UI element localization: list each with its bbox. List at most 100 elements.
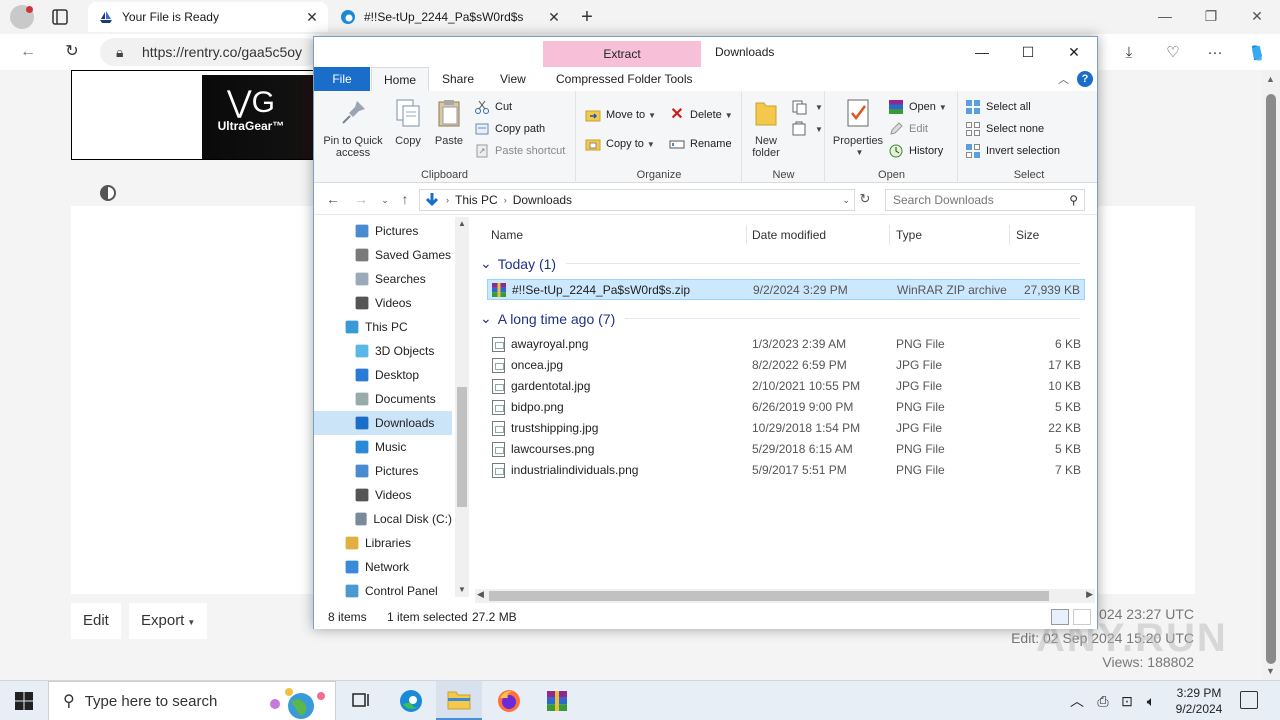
tab-compressed-folder-tools[interactable]: Compressed Folder Tools (544, 67, 705, 91)
file-row[interactable]: trustshipping.jpg 10/29/2018 1:54 PM JPG F… (487, 418, 1085, 439)
column-date-modified[interactable]: Date modified (748, 225, 890, 245)
help-icon[interactable]: ? (1077, 71, 1093, 87)
hscroll-right-icon[interactable]: ▶ (1086, 589, 1093, 600)
details-view-icon[interactable] (1051, 609, 1069, 625)
nav-item[interactable]: Local Disk (C:) (314, 507, 452, 531)
nav-item[interactable]: Videos (314, 291, 452, 315)
volume-tray-icon[interactable]: 🔈︎ (1142, 691, 1160, 711)
path-breadcrumb[interactable]: › This PC › Downloads ⌄ (419, 189, 855, 211)
tab-view[interactable]: View (488, 67, 538, 91)
back-icon[interactable]: ← (16, 40, 40, 64)
file-row[interactable]: #!!Se-tUp_2244_Pa$sW0rd$s.zip 9/2/2024 3:… (487, 279, 1085, 300)
explorer-title-bar[interactable]: Extract Downloads — ☐ ✕ (314, 37, 1097, 67)
close-tab-icon[interactable]: ✕ (546, 9, 562, 25)
large-icons-view-icon[interactable] (1073, 609, 1091, 625)
theme-toggle-icon[interactable] (100, 185, 116, 201)
address-bar[interactable]: 🔒︎ https://rentry.co/gaa5c5oy (100, 38, 320, 66)
edge-taskbar-icon[interactable] (388, 681, 434, 720)
refresh-icon[interactable]: ↻ (60, 40, 84, 64)
nav-scroll-up-icon[interactable]: ▲ (458, 219, 466, 228)
move-to-button[interactable]: Move to ▼ (585, 105, 656, 125)
search-downloads-input[interactable]: Search Downloads ⚲ (885, 189, 1085, 211)
delete-button[interactable]: ✕ Delete ▼ (669, 105, 732, 125)
nav-item[interactable]: Downloads (314, 411, 452, 435)
nav-item[interactable]: Searches (314, 267, 452, 291)
new-folder-button[interactable]: New folder (749, 97, 783, 159)
downloads-icon[interactable]: ⤓ (1118, 42, 1140, 64)
select-all-button[interactable]: Select all (965, 97, 1031, 117)
column-size[interactable]: Size (1012, 225, 1090, 245)
nav-item[interactable]: Documents (314, 387, 452, 411)
nav-item[interactable]: Desktop (314, 363, 452, 387)
edit-button[interactable]: Edit (71, 603, 121, 639)
file-row[interactable]: oncea.jpg 8/2/2022 6:59 PM JPG File 17 KB (487, 355, 1085, 376)
close-window-icon[interactable]: ✕ (1234, 0, 1280, 32)
export-button[interactable]: Export ▼ (129, 603, 208, 639)
profile-avatar-icon[interactable] (10, 5, 34, 29)
pin-quick-access-button[interactable]: Pin to Quick access (318, 97, 388, 159)
edit-button-ribbon[interactable]: Edit (888, 119, 928, 139)
firefox-taskbar-icon[interactable] (486, 681, 532, 720)
explorer-back-icon[interactable]: ← (324, 191, 342, 207)
file-row[interactable]: lawcourses.png 5/29/2018 6:15 AM PNG File 5… (487, 439, 1085, 460)
explorer-refresh-icon[interactable]: ↻ (857, 191, 873, 207)
nav-scroll-down-icon[interactable]: ▼ (458, 585, 466, 594)
nav-item[interactable]: Videos (314, 483, 452, 507)
nav-item[interactable]: Control Panel (314, 579, 452, 603)
select-none-button[interactable]: Select none (965, 119, 1044, 139)
tab-share[interactable]: Share (430, 67, 486, 91)
nav-scroll-thumb[interactable] (457, 387, 467, 507)
browser-tab-active[interactable]: Your File is Ready ✕ (88, 2, 328, 32)
task-view-icon[interactable] (338, 681, 384, 720)
browser-tab[interactable]: #!!Se-tUp_2244_Pa$sW0rd$s ✕ (330, 2, 570, 32)
paste-button[interactable]: Paste (433, 97, 465, 147)
nav-item[interactable]: 3D Objects (314, 339, 452, 363)
cut-button[interactable]: Cut (474, 97, 512, 117)
network-tray-icon[interactable]: ⊡ (1118, 691, 1136, 711)
copy-path-button[interactable]: Copy path (474, 119, 545, 139)
restore-icon[interactable]: ❐ (1188, 0, 1234, 32)
file-row[interactable]: gardentotal.jpg 2/10/2021 10:55 PM JPG Fil… (487, 376, 1085, 397)
winrar-taskbar-icon[interactable] (534, 681, 580, 720)
file-row[interactable]: industrialindividuals.png 5/9/2017 5:51 P… (487, 460, 1085, 481)
collapse-ribbon-icon[interactable]: ︿ (1058, 71, 1069, 87)
file-list-hscrollbar[interactable]: ◀ ▶ (475, 589, 1095, 603)
minimize-icon[interactable]: — (1142, 0, 1188, 32)
notification-center-icon[interactable] (1240, 691, 1258, 709)
collapse-group-chevron-icon[interactable]: ⌄ (480, 310, 492, 327)
up-folder-icon[interactable]: ↑ (396, 191, 414, 207)
tray-app-icon[interactable]: ⎙ (1094, 691, 1112, 711)
scrollbar-thumb[interactable] (1266, 94, 1276, 664)
nav-item[interactable]: Pictures (314, 459, 452, 483)
explorer-close-icon[interactable]: ✕ (1051, 37, 1097, 67)
page-scrollbar[interactable]: ▲ ▼ (1262, 70, 1280, 680)
extract-context-tab[interactable]: Extract (543, 41, 701, 67)
nav-item[interactable]: Music (314, 435, 452, 459)
invert-selection-button[interactable]: Invert selection (965, 141, 1060, 161)
new-item-button[interactable]: ▼ (791, 97, 823, 117)
column-type[interactable]: Type (892, 225, 1010, 245)
properties-button[interactable]: Properties ▼ (830, 97, 886, 159)
collapse-group-chevron-icon[interactable]: ⌄ (480, 255, 492, 272)
copy-to-button[interactable]: Copy to ▼ (585, 134, 655, 154)
hscroll-left-icon[interactable]: ◀ (477, 589, 484, 600)
new-tab-icon[interactable]: + (576, 6, 598, 28)
file-row[interactable]: awayroyal.png 1/3/2023 2:39 AM PNG File 6 K… (487, 334, 1085, 355)
breadcrumb-downloads[interactable]: Downloads (513, 193, 572, 207)
scroll-up-icon[interactable]: ▲ (1266, 74, 1275, 84)
taskbar-search-box[interactable]: ⚲ Type here to search (48, 681, 336, 720)
file-explorer-taskbar-icon[interactable] (436, 681, 482, 720)
explorer-minimize-icon[interactable]: — (959, 37, 1005, 67)
path-dropdown-icon[interactable]: ⌄ (842, 195, 850, 206)
open-button[interactable]: Open ▼ (888, 97, 947, 117)
scroll-down-icon[interactable]: ▼ (1266, 666, 1275, 676)
close-tab-icon[interactable]: ✕ (304, 9, 320, 25)
tab-home[interactable]: Home (371, 67, 430, 91)
nav-item[interactable]: Saved Games (314, 243, 452, 267)
explorer-forward-icon[interactable]: → (352, 191, 370, 207)
easy-access-button[interactable]: ▼ (791, 119, 823, 139)
nav-item[interactable]: This PC (314, 315, 452, 339)
nav-item[interactable]: Libraries (314, 531, 452, 555)
tab-actions-icon[interactable] (50, 7, 70, 27)
copilot-icon[interactable] (1246, 42, 1268, 64)
